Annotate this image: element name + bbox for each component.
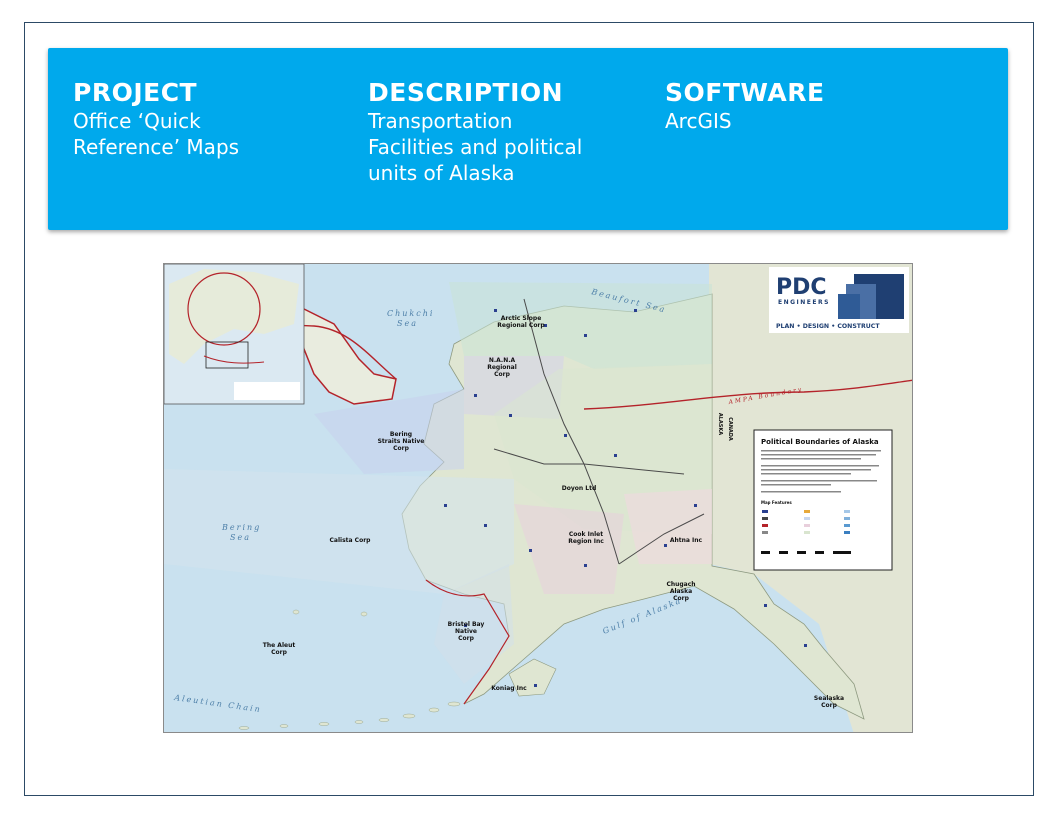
- bristol-bay-label-3: Corp: [458, 635, 474, 642]
- sealaska-label-2: Corp: [821, 702, 837, 709]
- koniag-label: Koniag Inc: [491, 685, 527, 692]
- doyon-label: Doyon Ltd: [562, 485, 596, 492]
- arctic-slope-label-2: Regional Corp: [497, 322, 545, 329]
- bristol-bay-label-2: Native: [455, 628, 477, 635]
- map-legend: Political Boundaries of Alaska Map Featu…: [753, 429, 893, 571]
- bering-sea-label: Bering: [221, 523, 261, 532]
- aleut-label: The Aleut: [263, 642, 296, 649]
- legend-title: Political Boundaries of Alaska: [761, 438, 879, 446]
- calista-label: Calista Corp: [330, 537, 372, 544]
- project-column: PROJECT Office ‘Quick Reference’ Maps: [73, 78, 343, 160]
- logo-tagline: PLAN • DESIGN • CONSTRUCT: [776, 323, 880, 330]
- project-label: PROJECT: [73, 78, 198, 107]
- bering-straits-label-3: Corp: [393, 445, 409, 452]
- project-value: Office ‘Quick Reference’ Maps: [73, 109, 240, 159]
- nana-label-3: Corp: [494, 371, 510, 378]
- description-column: DESCRIPTION Transportation Facilities an…: [368, 78, 648, 186]
- software-value: ArcGIS: [665, 109, 732, 133]
- bering-straits-label-2: Straits Native: [378, 438, 425, 445]
- arctic-slope-label: Arctic Slope: [501, 315, 542, 322]
- description-value: Transportation Facilities and political …: [368, 109, 583, 185]
- arctic-slope-region: [449, 282, 712, 369]
- software-column: SOFTWARE ArcGIS: [665, 78, 925, 134]
- ahtna-region: [624, 489, 712, 564]
- alaska-border-label: ALASKA: [717, 413, 723, 435]
- project-info-banner: PROJECT Office ‘Quick Reference’ Maps DE…: [48, 48, 1008, 230]
- nana-label: N.A.N.A: [489, 357, 516, 364]
- chukchi-sea-label: Chukchi: [387, 309, 434, 318]
- sealaska-label: Sealaska: [814, 695, 844, 702]
- description-label: DESCRIPTION: [368, 78, 564, 107]
- alaska-political-map: Beaufort Sea Chukchi Sea Bering Sea Gulf…: [163, 263, 913, 733]
- cook-inlet-label: Cook Inlet: [569, 531, 603, 538]
- chukchi-sea-label-2: Sea: [397, 319, 418, 328]
- ahtna-label: Ahtna Inc: [670, 537, 703, 544]
- chugach-label-3: Corp: [673, 595, 689, 602]
- chugach-label-2: Alaska: [670, 588, 692, 595]
- bristol-bay-label: Bristol Bay: [448, 621, 485, 628]
- logo-name: PDC: [776, 275, 827, 300]
- map-image: Beaufort Sea Chukchi Sea Bering Sea Gulf…: [164, 264, 912, 732]
- aleut-label-2: Corp: [271, 649, 287, 656]
- cook-inlet-label-2: Region Inc: [568, 538, 604, 545]
- logo-subtitle: ENGINEERS: [778, 299, 830, 306]
- nana-label-2: Regional: [487, 364, 517, 371]
- bering-sea-label-2: Sea: [230, 533, 251, 542]
- bering-straits-label: Bering: [390, 431, 412, 438]
- inset-map: [164, 264, 305, 405]
- software-label: SOFTWARE: [665, 78, 825, 107]
- pdc-logo: PDC ENGINEERS PLAN • DESIGN • CONSTRUCT: [769, 267, 909, 333]
- canada-border-label: CANADA: [727, 417, 733, 441]
- chugach-label: Chugach: [666, 581, 695, 588]
- legend-subtitle: Map Features: [761, 500, 792, 505]
